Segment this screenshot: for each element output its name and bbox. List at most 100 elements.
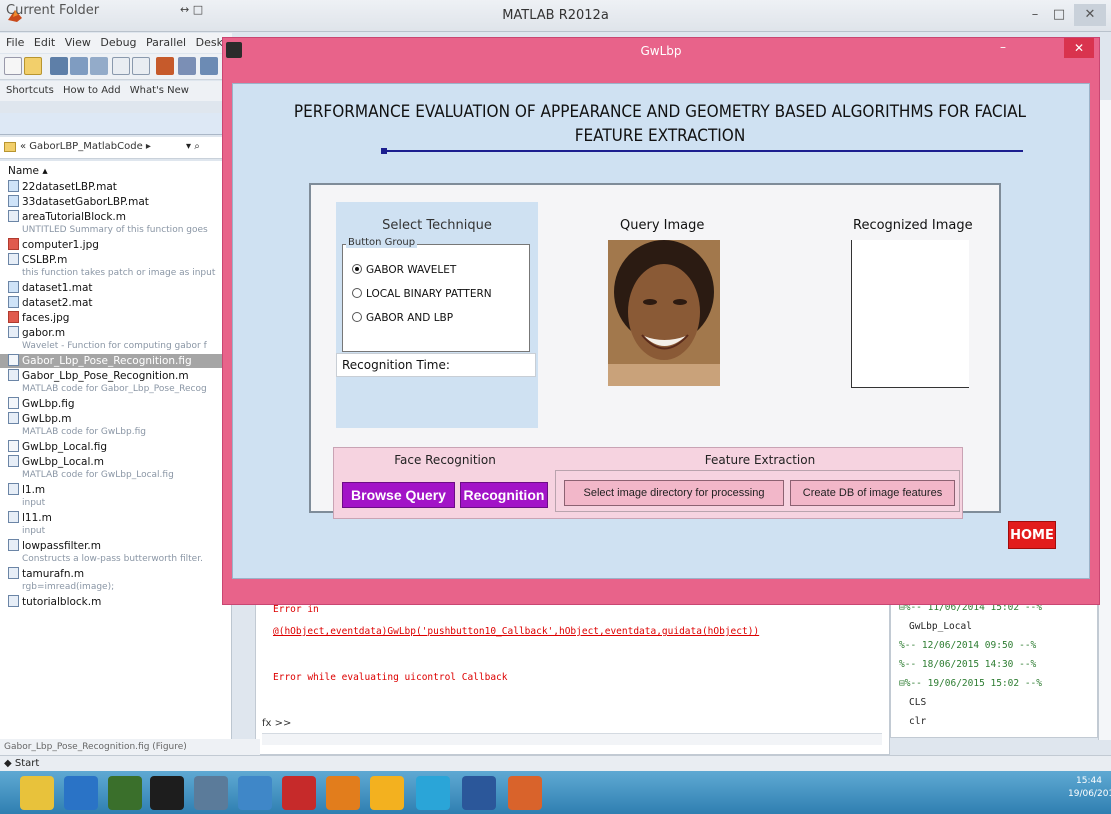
file-list-item[interactable]: Gabor_Lbp_Pose_Recognition.m (8, 369, 189, 383)
file-list-item[interactable]: dataset2.mat (8, 296, 93, 310)
history-entry[interactable]: ⊟%-- 19/06/2015 15:02 --% (899, 678, 1042, 689)
clock[interactable]: 15:44 19/06/2015 (1068, 775, 1111, 801)
file-name: GwLbp_Local.fig (22, 441, 107, 453)
file-name: computer1.jpg (22, 239, 99, 251)
file-explorer-icon[interactable] (20, 776, 54, 810)
simulink-icon[interactable] (156, 57, 174, 75)
app-icon[interactable] (108, 776, 142, 810)
file-list-item[interactable]: CSLBP.m (8, 253, 67, 267)
file-description: MATLAB code for GwLbp.fig (22, 427, 146, 437)
file-list-item[interactable]: 33datasetGaborLBP.mat (8, 195, 149, 209)
file-list-item[interactable]: Gabor_Lbp_Pose_Recognition.fig (0, 354, 231, 368)
menu-file[interactable]: File (6, 36, 24, 49)
undo-icon[interactable] (112, 57, 130, 75)
path-bar[interactable]: « GaborLBP_MatlabCode ▸ ▾ ⌕ (0, 137, 232, 159)
file-list-item[interactable]: GwLbp.m (8, 412, 71, 426)
file-list-item[interactable]: dataset1.mat (8, 281, 93, 295)
shortcuts-label[interactable]: Shortcuts (6, 85, 54, 96)
mat-file-icon (8, 180, 19, 192)
internet-explorer-icon[interactable] (64, 776, 98, 810)
m-file-icon (8, 455, 19, 467)
skype-icon[interactable] (416, 776, 450, 810)
create-db-button[interactable]: Create DB of image features (790, 480, 955, 506)
file-list-item[interactable]: areaTutorialBlock.m (8, 210, 126, 224)
file-list-item[interactable]: gabor.m (8, 326, 65, 340)
shortcut-whats-new[interactable]: What's New (130, 85, 189, 96)
home-button[interactable]: HOME (1008, 521, 1056, 549)
query-image-label: Query Image (620, 218, 705, 233)
new-file-icon[interactable] (4, 57, 22, 75)
open-folder-icon[interactable] (24, 57, 42, 75)
file-description: MATLAB code for Gabor_Lbp_Pose_Recog (22, 384, 207, 394)
file-list-item[interactable]: computer1.jpg (8, 238, 99, 252)
file-list-item[interactable]: tamurafn.m (8, 567, 84, 581)
gui-minimize-button[interactable]: – (1000, 40, 1006, 54)
m-file-icon (8, 539, 19, 551)
radio-gabor-wavelet[interactable]: GABOR WAVELET (352, 264, 456, 276)
redo-icon[interactable] (132, 57, 150, 75)
file-list-item[interactable]: 22datasetLBP.mat (8, 180, 117, 194)
file-list-item[interactable]: l1.m (8, 483, 45, 497)
radio-label: GABOR AND LBP (366, 312, 454, 324)
shortcut-how-to-add[interactable]: How to Add (63, 85, 121, 96)
file-list-item[interactable]: tutorialblock.m (8, 595, 101, 609)
media-icon[interactable] (150, 776, 184, 810)
gui-close-button[interactable]: ✕ (1064, 38, 1094, 58)
error-line: Error in (273, 604, 319, 615)
recognition-time-label: Recognition Time: (342, 358, 450, 372)
app-icon[interactable] (194, 776, 228, 810)
select-directory-button[interactable]: Select image directory for processing (564, 480, 784, 506)
file-list-item[interactable]: GwLbp_Local.m (8, 455, 104, 469)
menu-edit[interactable]: Edit (34, 36, 55, 49)
file-description: this function takes patch or image as in… (22, 268, 216, 278)
copy-icon[interactable] (70, 57, 88, 75)
file-list-item[interactable]: faces.jpg (8, 311, 69, 325)
m-file-icon (8, 210, 19, 222)
history-entry[interactable]: %-- 18/06/2015 14:30 --% (899, 659, 1036, 670)
start-button[interactable]: ◆ Start (0, 755, 1111, 771)
file-description: Constructs a low-pass butterworth filter… (22, 554, 203, 564)
radio-local-binary-pattern[interactable]: LOCAL BINARY PATTERN (352, 288, 492, 300)
file-list-header[interactable]: Name ▴ (8, 165, 48, 179)
firefox-icon[interactable] (326, 776, 360, 810)
history-entry[interactable]: clr (909, 716, 926, 727)
file-description: UNTITLED Summary of this function goes (22, 225, 208, 235)
m-file-icon (8, 369, 19, 381)
close-button[interactable]: ✕ (1074, 4, 1106, 26)
browse-query-button[interactable]: Browse Query (342, 482, 455, 508)
shortcuts-bar: Shortcuts How to Add What's New (0, 81, 232, 101)
command-prompt[interactable]: fx >> (262, 718, 291, 729)
m-file-icon (8, 412, 19, 424)
menu-debug[interactable]: Debug (100, 36, 136, 49)
history-entry[interactable]: GwLbp_Local (909, 621, 972, 632)
profiler-icon[interactable] (200, 57, 218, 75)
file-list-item[interactable]: l11.m (8, 511, 52, 525)
menu-view[interactable]: View (65, 36, 91, 49)
cut-icon[interactable] (50, 57, 68, 75)
file-description: Wavelet - Function for computing gabor f (22, 341, 207, 351)
history-entry[interactable]: CLS (909, 697, 926, 708)
app-icon[interactable] (238, 776, 272, 810)
file-list-item[interactable]: GwLbp.fig (8, 397, 75, 411)
minimize-button[interactable]: – (1022, 4, 1048, 26)
chrome-icon[interactable] (370, 776, 404, 810)
file-name: dataset1.mat (22, 282, 93, 294)
matlab-taskbar-icon[interactable] (508, 776, 542, 810)
file-list-item[interactable]: GwLbp_Local.fig (8, 440, 107, 454)
panel-dock-buttons[interactable]: ↔ □ (180, 3, 203, 16)
paste-icon[interactable] (90, 57, 108, 75)
system-tray[interactable] (700, 783, 1050, 803)
guide-icon[interactable] (178, 57, 196, 75)
radio-gabor-and-lbp[interactable]: GABOR AND LBP (352, 312, 453, 324)
recognition-button[interactable]: Recognition (460, 482, 548, 508)
maximize-button[interactable]: □ (1046, 4, 1072, 26)
menu-parallel[interactable]: Parallel (146, 36, 186, 49)
m-file-icon (8, 253, 19, 265)
search-icon[interactable]: ▾ ⌕ (186, 141, 200, 152)
power-icon[interactable] (282, 776, 316, 810)
error-link[interactable]: @(hObject,eventdata)GwLbp('pushbutton10_… (273, 626, 759, 637)
file-list-item[interactable]: lowpassfilter.m (8, 539, 101, 553)
history-entry[interactable]: %-- 12/06/2014 09:50 --% (899, 640, 1036, 651)
horizontal-scrollbar[interactable] (262, 733, 882, 745)
word-icon[interactable] (462, 776, 496, 810)
